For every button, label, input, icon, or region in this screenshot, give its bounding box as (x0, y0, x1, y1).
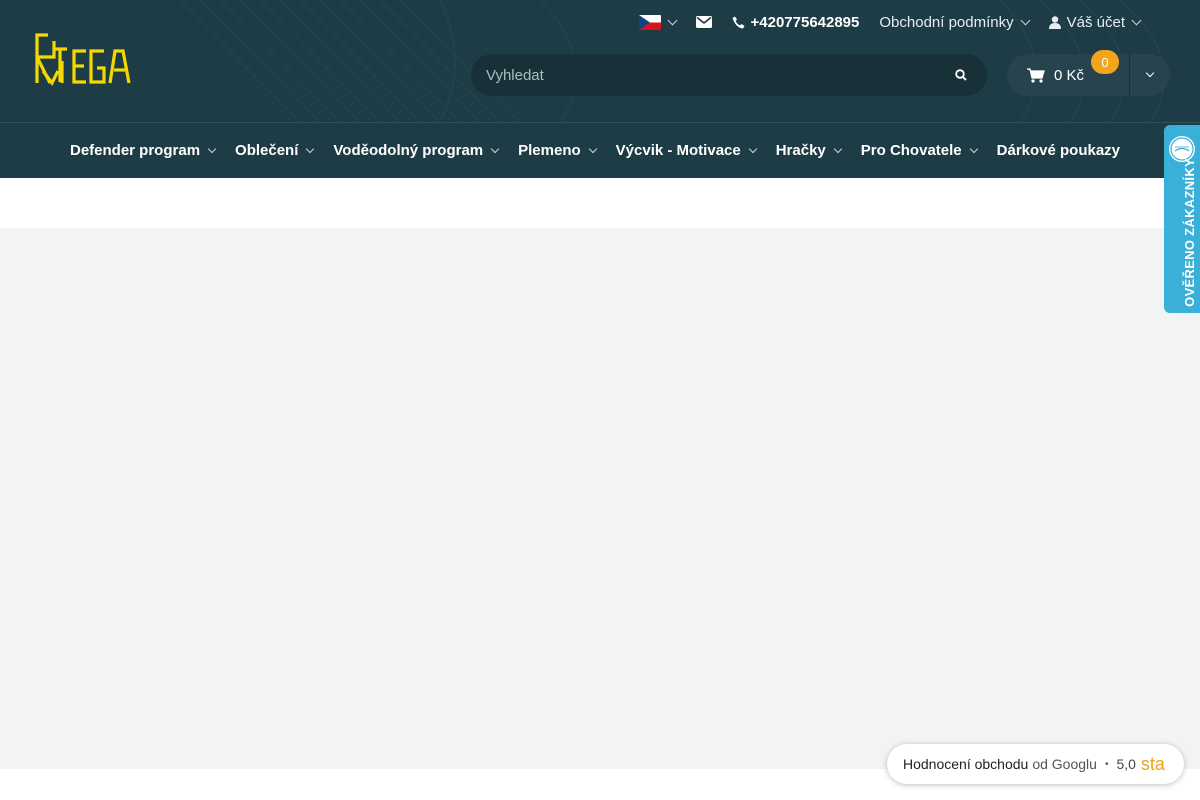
nav-item-label: Defender program (70, 142, 201, 159)
nav-item-label: Voděodolný program (333, 142, 484, 159)
chevron-down-icon (1145, 68, 1155, 78)
chevron-down-icon (833, 144, 843, 153)
account-label: Váš účet (1066, 13, 1125, 31)
cart-count-badge: 0 (1091, 50, 1119, 74)
chevron-down-icon (1020, 15, 1031, 25)
site-logo[interactable] (34, 31, 134, 87)
verified-label: OVĚŘENO ZÁKAZNÍKY (1181, 158, 1197, 307)
nav-item-label: Dárkové poukazy (996, 142, 1121, 159)
nav-item-label: Pro Chovatele (860, 142, 962, 159)
nav-item-pro-chovatele[interactable]: Pro Chovatele (860, 123, 978, 178)
envelope-icon (695, 16, 712, 28)
nav-item-label: Oblečení (235, 142, 299, 159)
site-header: +420775642895 Obchodní podmínky Váš účet… (0, 0, 1200, 178)
nav-item-plemeno[interactable]: Plemeno (518, 123, 597, 178)
chevron-down-icon (969, 144, 978, 153)
nav-item-label: Hračky (775, 142, 826, 159)
rating-stars: sta (1140, 753, 1165, 774)
chevron-down-icon (748, 144, 757, 153)
cart-widget: 0 Kč 0 (1007, 50, 1170, 96)
rating-label: Hodnocení obchodu (903, 756, 1029, 772)
verified-by-customers-widget[interactable]: OVĚŘENO ZÁKAZNÍKY (1164, 125, 1200, 313)
nav-item-obleceni[interactable]: Oblečení (235, 123, 315, 178)
chevron-down-icon (1131, 15, 1142, 25)
nav-item-label: Výcvik - Motivace (615, 142, 741, 159)
language-selector[interactable] (629, 0, 686, 44)
rating-score: 5,0 (1116, 756, 1136, 772)
phone-number: +420775642895 (750, 13, 860, 31)
terms-label: Obchodní podmínky (879, 13, 1014, 31)
nav-item-vycvik-motivace[interactable]: Výcvik - Motivace (615, 123, 757, 178)
shopping-cart-icon (1027, 67, 1045, 83)
top-bar: +420775642895 Obchodní podmínky Váš účet (629, 0, 1151, 44)
main-nav: Defender program Oblečení Voděodolný pro… (70, 123, 1140, 178)
nav-item-darkove-poukazy[interactable]: Dárkové poukazy (997, 123, 1120, 178)
breadcrumb-area (0, 178, 1200, 228)
czech-flag-icon (638, 14, 661, 30)
cart-dropdown-button[interactable] (1130, 54, 1170, 96)
chevron-down-icon (490, 144, 500, 153)
account-menu[interactable]: Váš účet (1039, 0, 1150, 44)
rating-separator: • (1104, 758, 1109, 770)
search-bar (471, 54, 987, 96)
chevron-down-icon (207, 144, 217, 153)
chevron-down-icon (306, 144, 315, 153)
rating-source: od Googlu (1032, 756, 1097, 772)
nav-item-vododolny-program[interactable]: Voděodolný program (333, 123, 500, 178)
user-icon (1048, 15, 1061, 29)
cart-total: 0 Kč (1054, 66, 1085, 84)
email-link[interactable] (686, 0, 722, 44)
main-content (0, 228, 1200, 769)
phone-icon (732, 16, 744, 28)
terms-menu[interactable]: Obchodní podmínky (869, 0, 1038, 44)
chevron-down-icon (667, 15, 677, 25)
phone-link[interactable]: +420775642895 (722, 0, 870, 44)
search-button[interactable] (935, 54, 987, 96)
nav-item-label: Plemeno (518, 142, 581, 159)
nav-item-defender-program[interactable]: Defender program (70, 123, 217, 178)
nav-item-hracky[interactable]: Hračky (775, 123, 843, 178)
chevron-down-icon (588, 144, 597, 153)
google-rating-widget[interactable]: Hodnocení obchodu od Googlu • 5,0 sta (887, 744, 1184, 784)
search-input[interactable] (471, 54, 935, 96)
search-icon (955, 69, 967, 81)
